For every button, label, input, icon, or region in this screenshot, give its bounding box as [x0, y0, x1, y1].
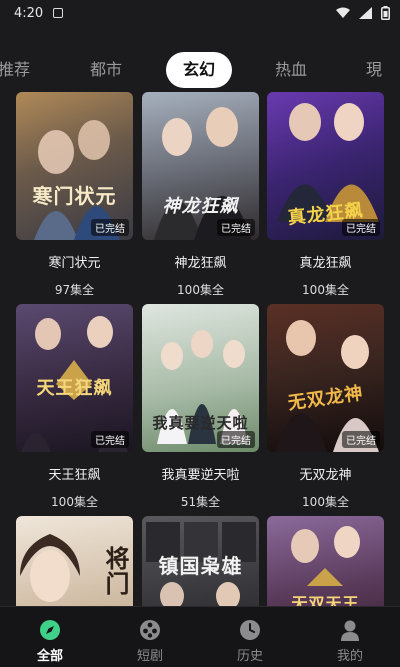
- status-badge: 已完结: [91, 219, 129, 236]
- cover-art: [16, 92, 133, 240]
- drama-title: 真龙狂飙: [299, 256, 352, 271]
- drama-cover[interactable]: 我真要逆天啦 已完结: [142, 304, 259, 452]
- drama-title: 无双龙神: [299, 468, 352, 483]
- drama-card[interactable]: 将门: [16, 516, 133, 608]
- cover-title: 镇国枭雄: [158, 554, 243, 578]
- drama-card[interactable]: 天王狂飙 已完结 天王狂飙 100集全: [16, 304, 133, 510]
- compass-icon: [39, 619, 61, 641]
- drama-cover[interactable]: 无双龙神 已完结: [267, 304, 384, 452]
- drama-grid: 寒门状元 已完结 寒门状元 97集全 神龙狂飙 已完结 神龙狂飙 100集全 真…: [0, 92, 400, 608]
- episode-count: 51集全: [180, 495, 221, 509]
- drama-title: 天王狂飙: [48, 468, 101, 483]
- drama-card[interactable]: 神龙狂飙 已完结 神龙狂飙 100集全: [142, 92, 259, 298]
- episode-count: 100集全: [51, 495, 98, 509]
- drama-cover[interactable]: 将门: [16, 516, 133, 608]
- nav-mine[interactable]: 我的: [300, 607, 400, 667]
- nav-all-label: 全部: [36, 649, 63, 664]
- tab-hot-blood[interactable]: 热血: [275, 52, 307, 88]
- drama-card[interactable]: 无双天王: [267, 516, 384, 608]
- cover-title: 天王狂飙: [36, 378, 113, 399]
- drama-card[interactable]: 无双龙神 已完结 无双龙神 100集全: [267, 304, 384, 510]
- tab-modern[interactable]: 現: [366, 52, 382, 88]
- film-reel-icon: [139, 619, 161, 641]
- drama-cover[interactable]: 真龙狂飙 已完结: [267, 92, 384, 240]
- episode-count: 100集全: [177, 283, 224, 297]
- drama-title: 寒门状元: [48, 256, 101, 271]
- drama-cover[interactable]: 神龙狂飙 已完结: [142, 92, 259, 240]
- nav-history-label: 历史: [236, 649, 263, 664]
- nav-short-drama[interactable]: 短剧: [100, 607, 200, 667]
- person-icon: [339, 619, 361, 641]
- drama-card[interactable]: 真龙狂飙 已完结 真龙狂飙 100集全: [267, 92, 384, 298]
- drama-cover[interactable]: 镇国枭雄: [142, 516, 259, 608]
- tab-recommend[interactable]: 推荐: [0, 52, 30, 88]
- nav-mine-label: 我的: [336, 649, 363, 664]
- notification-icon: [53, 8, 64, 18]
- status-badge: 已完结: [217, 431, 255, 448]
- drama-card[interactable]: 我真要逆天啦 已完结 我真要逆天啦 51集全: [142, 304, 259, 510]
- status-icons: [335, 6, 390, 20]
- nav-all[interactable]: 全部: [0, 607, 100, 667]
- cell-signal-icon: [359, 7, 373, 19]
- status-badge: 已完结: [91, 431, 129, 448]
- drama-cover[interactable]: 寒门状元 已完结: [16, 92, 133, 240]
- nav-history[interactable]: 历史: [200, 607, 300, 667]
- cover-title: 将门: [101, 546, 130, 596]
- episode-count: 97集全: [54, 283, 95, 297]
- drama-title: 神龙狂飙: [174, 256, 227, 271]
- tab-fantasy[interactable]: 玄幻: [166, 52, 233, 88]
- category-tabs: 推荐 都市 玄幻 热血 現: [0, 52, 400, 88]
- drama-cover[interactable]: 无双天王: [267, 516, 384, 608]
- wifi-icon: [335, 7, 351, 19]
- drama-card[interactable]: 镇国枭雄: [142, 516, 259, 608]
- nav-short-drama-label: 短剧: [136, 649, 163, 664]
- status-time: 4:20: [14, 5, 44, 21]
- status-badge: 已完结: [342, 431, 380, 448]
- drama-card[interactable]: 寒门状元 已完结 寒门状元 97集全: [16, 92, 133, 298]
- cover-title: 我真要逆天啦: [152, 414, 249, 432]
- drama-title: 我真要逆天啦: [161, 468, 240, 483]
- tab-urban[interactable]: 都市: [90, 52, 122, 88]
- bottom-nav: 全部 短剧 历史 我的: [0, 606, 400, 667]
- status-badge: 已完结: [342, 219, 380, 236]
- episode-count: 100集全: [302, 283, 349, 297]
- episode-count: 100集全: [302, 495, 349, 509]
- cover-title: 寒门状元: [32, 184, 117, 208]
- status-bar: 4:20: [0, 0, 400, 26]
- clock-icon: [239, 619, 261, 641]
- drama-cover[interactable]: 天王狂飙 已完结: [16, 304, 133, 452]
- status-badge: 已完结: [217, 219, 255, 236]
- battery-icon: [381, 6, 390, 20]
- cover-title: 神龙狂飙: [162, 196, 239, 217]
